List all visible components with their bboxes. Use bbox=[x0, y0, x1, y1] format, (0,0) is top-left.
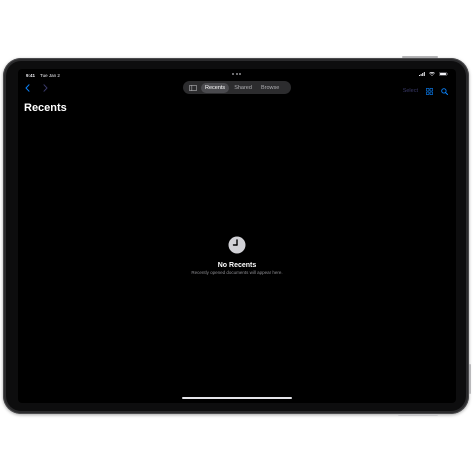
cellular-icon bbox=[419, 72, 425, 76]
multitasking-dots[interactable] bbox=[232, 73, 241, 75]
back-button[interactable] bbox=[22, 83, 32, 93]
status-indicators bbox=[419, 72, 448, 76]
forward-button[interactable] bbox=[40, 83, 50, 93]
view-options-button[interactable] bbox=[426, 82, 434, 100]
select-button[interactable]: Select bbox=[403, 88, 418, 94]
bottom-edge-highlight bbox=[398, 414, 438, 416]
chevron-right-icon bbox=[43, 84, 47, 92]
tab-segmented-control: Recents Shared Browse bbox=[183, 81, 291, 94]
page: 9:41 Tue Jan 2 Recents Shared Browse Sel… bbox=[0, 0, 474, 474]
tab-browse[interactable]: Browse bbox=[257, 83, 283, 93]
tab-shared[interactable]: Shared bbox=[230, 83, 256, 93]
home-indicator[interactable] bbox=[182, 397, 292, 399]
tab-recents[interactable]: Recents bbox=[201, 82, 230, 93]
page-title: Recents bbox=[24, 102, 67, 114]
screen: 9:41 Tue Jan 2 Recents Shared Browse Sel… bbox=[18, 69, 456, 403]
status-time: 9:41 bbox=[26, 73, 36, 78]
navigation-controls bbox=[22, 83, 50, 93]
status-date: Tue Jan 2 bbox=[40, 73, 60, 78]
grid-icon bbox=[426, 88, 434, 96]
empty-state-subtitle: Recently opened documents will appear he… bbox=[191, 270, 283, 275]
sidebar-icon bbox=[188, 84, 197, 91]
battery-icon bbox=[439, 72, 448, 76]
empty-state: No Recents Recently opened documents wil… bbox=[18, 236, 456, 275]
search-button[interactable] bbox=[441, 82, 448, 100]
side-button bbox=[469, 364, 471, 394]
chevron-left-icon bbox=[25, 84, 29, 92]
clock-icon bbox=[228, 236, 246, 254]
empty-state-title: No Recents bbox=[217, 262, 257, 269]
sidebar-toggle-button[interactable] bbox=[185, 83, 200, 93]
status-bar: 9:41 Tue Jan 2 bbox=[18, 69, 456, 81]
search-icon bbox=[441, 88, 448, 95]
wifi-icon bbox=[429, 72, 435, 76]
toolbar-right: Select bbox=[403, 82, 448, 100]
